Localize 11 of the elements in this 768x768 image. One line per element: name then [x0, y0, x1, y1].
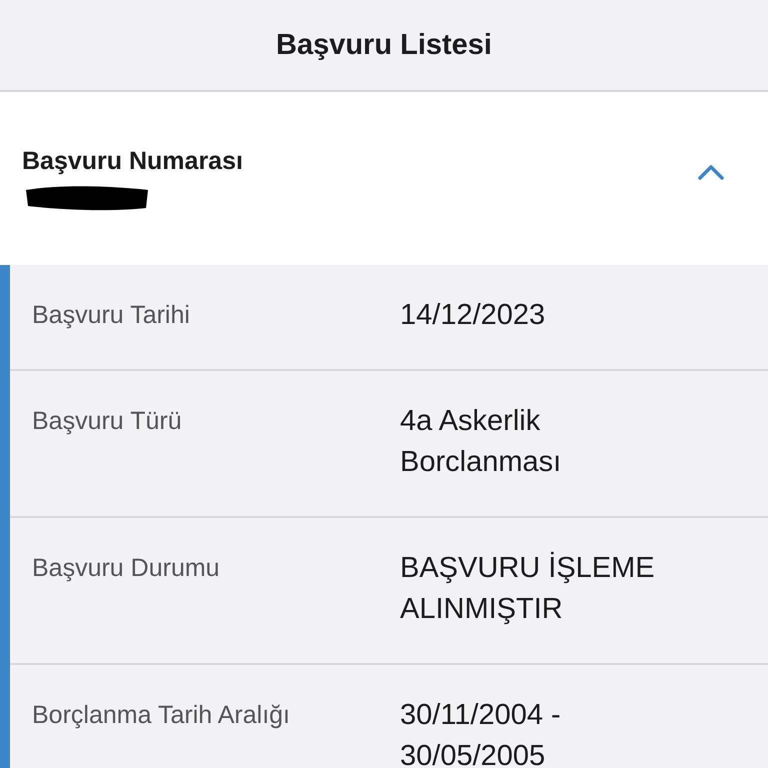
field-label: Borçlanma Tarih Aralığı [32, 700, 291, 731]
field-value: 30/11/2004 - 30/05/2005 [400, 698, 562, 768]
page-title: Başvuru Listesi [276, 28, 492, 62]
chevron-up-icon [698, 164, 724, 180]
field-label: Başvuru Durumu [32, 553, 221, 584]
field-value: 14/12/2023 [400, 298, 546, 333]
application-number-label: Başvuru Numarası [22, 147, 243, 176]
field-label: Başvuru Tarihi [32, 300, 191, 331]
field-value: 4a Askerlik Borclanması [400, 404, 562, 480]
field-value: BAŞVURU İŞLEME ALINMIŞTIR [400, 550, 656, 627]
field-label: Başvuru Türü [32, 406, 183, 437]
